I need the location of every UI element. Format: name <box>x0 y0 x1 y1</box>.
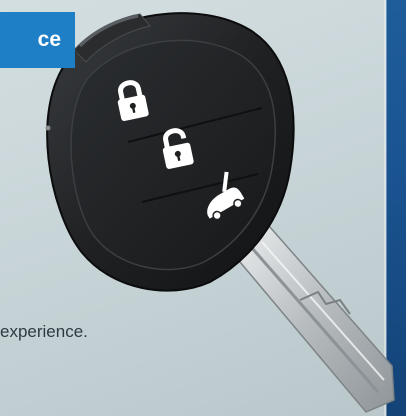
key-blade <box>231 217 395 413</box>
body-text: experience. <box>0 322 88 341</box>
title-badge: ce <box>0 12 75 68</box>
title-badge-text: ce <box>37 28 61 51</box>
